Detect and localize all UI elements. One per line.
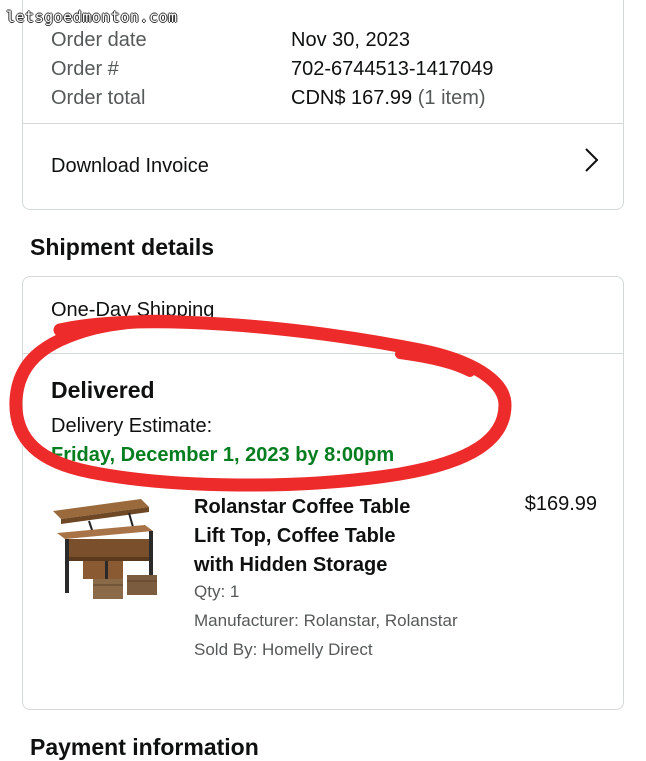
shipping-method: One-Day Shipping: [51, 299, 215, 321]
chevron-right-icon: [585, 148, 599, 172]
order-date-value: Nov 30, 2023: [291, 29, 410, 51]
delivery-status: Delivered: [51, 377, 155, 403]
order-number-label: Order #: [51, 58, 119, 80]
order-total-value-wrap: CDN$ 167.99 (1 item): [291, 87, 486, 110]
shipment-divider: [23, 353, 623, 354]
item-title-line: Lift Top, Coffee Table: [194, 525, 396, 547]
shipment-section-title: Shipment details: [30, 234, 215, 260]
order-number-row: Order # 702-6744513-1417049: [51, 58, 493, 81]
item-price: $169.99: [524, 493, 597, 515]
download-invoice-row[interactable]: Download Invoice: [23, 123, 623, 209]
download-invoice-label: Download Invoice: [51, 154, 209, 177]
shipment-card: One-Day Shipping Delivered Delivery Esti…: [22, 276, 624, 710]
coffee-table-product-image[interactable]: [49, 499, 167, 605]
watermark-text: letsgoedmonton.com: [6, 8, 178, 26]
item-title-line: with Hidden Storage: [194, 554, 388, 576]
order-total-row: Order total CDN$ 167.99 (1 item): [51, 87, 486, 110]
order-number-value: 702-6744513-1417049: [291, 58, 494, 80]
order-date-label: Order date: [51, 29, 147, 51]
order-total-value: CDN$ 167.99: [291, 87, 413, 109]
order-item-count: (1 item): [417, 87, 486, 109]
order-total-label: Order total: [51, 87, 146, 109]
item-title-line: Rolanstar Coffee Table: [194, 496, 411, 518]
item-title[interactable]: Rolanstar Coffee Table Lift Top, Coffee …: [194, 493, 454, 580]
order-date-row: Order date Nov 30, 2023: [51, 29, 410, 52]
delivery-estimate-date: Friday, December 1, 2023 by 8:00pm: [51, 444, 395, 466]
payment-section-title: Payment information: [30, 734, 259, 760]
item-sold-by: Sold By: Homelly Direct: [194, 640, 373, 659]
item-manufacturer: Manufacturer: Rolanstar, Rolanstar: [194, 611, 458, 630]
order-summary-card: Order date Nov 30, 2023 Order # 702-6744…: [22, 0, 624, 210]
delivery-estimate-label: Delivery Estimate:: [51, 415, 213, 437]
item-qty: Qty: 1: [194, 582, 240, 601]
